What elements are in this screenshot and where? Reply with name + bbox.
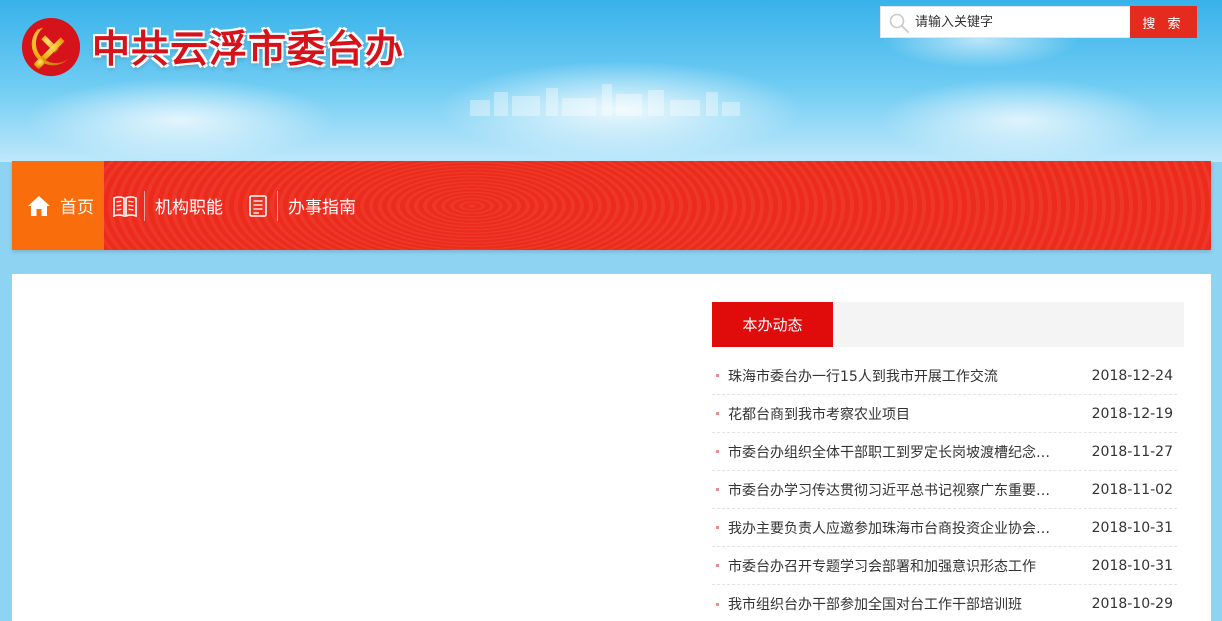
site-title: 中共云浮市委台办 (92, 27, 405, 71)
city-skyline-decoration (470, 84, 740, 116)
bullet-icon (716, 374, 719, 377)
news-title: 我办主要负责人应邀参加珠海市台商投资企业协会成... (712, 518, 1062, 538)
search-box (880, 6, 1131, 38)
news-date: 2018-10-29 (1091, 596, 1173, 612)
nav-divider (144, 190, 145, 221)
main-content: 本办动态 珠海市委台办一行15人到我市开展工作交流 2018-12-24 花都台… (12, 274, 1211, 621)
search-input[interactable] (915, 7, 1127, 37)
news-title: 花都台商到我市考察农业项目 (712, 404, 1062, 424)
bullet-icon (716, 602, 719, 606)
news-item[interactable]: 珠海市委台办一行15人到我市开展工作交流 2018-12-24 (712, 357, 1177, 395)
news-date: 2018-11-27 (1091, 443, 1173, 460)
news-title-text[interactable]: 花都台商到我市考察农业项目 (728, 404, 910, 424)
bullet-icon (716, 412, 719, 415)
main-nav: 首页 机构职能 办事指南 (12, 161, 1211, 250)
nav-item-label: 首页 (60, 198, 94, 218)
search-icon (889, 13, 909, 33)
news-title-text[interactable]: 市委台办学习传达贯彻习近平总书记视察广东重要讲... (728, 480, 1062, 500)
document-icon (249, 194, 267, 217)
nav-item-home[interactable]: 首页 (12, 161, 104, 250)
news-panel: 本办动态 珠海市委台办一行15人到我市开展工作交流 2018-12-24 花都台… (712, 302, 1184, 621)
news-date: 2018-10-31 (1091, 557, 1173, 574)
nav-item-label: 办事指南 (288, 198, 356, 218)
news-tabbar: 本办动态 (712, 302, 1184, 347)
news-item[interactable]: 我办主要负责人应邀参加珠海市台商投资企业协会成... 2018-10-31 (712, 509, 1177, 547)
bullet-icon (716, 450, 719, 453)
news-title: 市委台办学习传达贯彻习近平总书记视察广东重要讲... (712, 480, 1062, 500)
news-date: 2018-10-31 (1091, 519, 1173, 536)
news-item[interactable]: 市委台办召开专题学习会部署和加强意识形态工作 2018-10-31 (712, 547, 1177, 585)
news-title-text[interactable]: 市委台办组织全体干部职工到罗定长岗坡渡槽纪念馆... (728, 442, 1062, 462)
news-title: 珠海市委台办一行15人到我市开展工作交流 (712, 366, 1062, 386)
news-item[interactable]: 市委台办学习传达贯彻习近平总书记视察广东重要讲... 2018-11-02 (712, 471, 1177, 509)
bullet-icon (716, 526, 719, 529)
news-item[interactable]: 市委台办组织全体干部职工到罗定长岗坡渡槽纪念馆... 2018-11-27 (712, 433, 1177, 471)
tab-office-news[interactable]: 本办动态 (712, 302, 833, 347)
nav-divider (277, 190, 278, 221)
news-date: 2018-11-02 (1091, 481, 1173, 498)
party-emblem-icon (21, 17, 81, 77)
nav-item-organization[interactable]: 机构职能 (104, 161, 237, 250)
bullet-icon (716, 488, 719, 491)
news-title-text[interactable]: 我市组织台办干部参加全国对台工作干部培训班 (728, 594, 1022, 614)
news-title-text[interactable]: 珠海市委台办一行15人到我市开展工作交流 (728, 366, 998, 386)
nav-item-guide[interactable]: 办事指南 (237, 161, 370, 250)
news-item[interactable]: 我市组织台办干部参加全国对台工作干部培训班 2018-10-29 (712, 585, 1177, 621)
book-icon (113, 195, 137, 217)
news-list: 珠海市委台办一行15人到我市开展工作交流 2018-12-24 花都台商到我市考… (712, 347, 1177, 621)
news-title: 我市组织台办干部参加全国对台工作干部培训班 (712, 594, 1062, 614)
nav-item-label: 机构职能 (155, 198, 223, 218)
news-title: 市委台办组织全体干部职工到罗定长岗坡渡槽纪念馆... (712, 442, 1062, 462)
news-title-text[interactable]: 我办主要负责人应邀参加珠海市台商投资企业协会成... (728, 518, 1062, 538)
news-date: 2018-12-19 (1091, 405, 1173, 422)
news-title: 市委台办召开专题学习会部署和加强意识形态工作 (712, 556, 1062, 576)
news-item[interactable]: 花都台商到我市考察农业项目 2018-12-19 (712, 395, 1177, 433)
search-button[interactable]: 搜 索 (1130, 6, 1197, 38)
home-icon (28, 195, 50, 216)
bullet-icon (716, 564, 719, 567)
news-title-text[interactable]: 市委台办召开专题学习会部署和加强意识形态工作 (728, 556, 1036, 576)
news-date: 2018-12-24 (1091, 367, 1173, 384)
